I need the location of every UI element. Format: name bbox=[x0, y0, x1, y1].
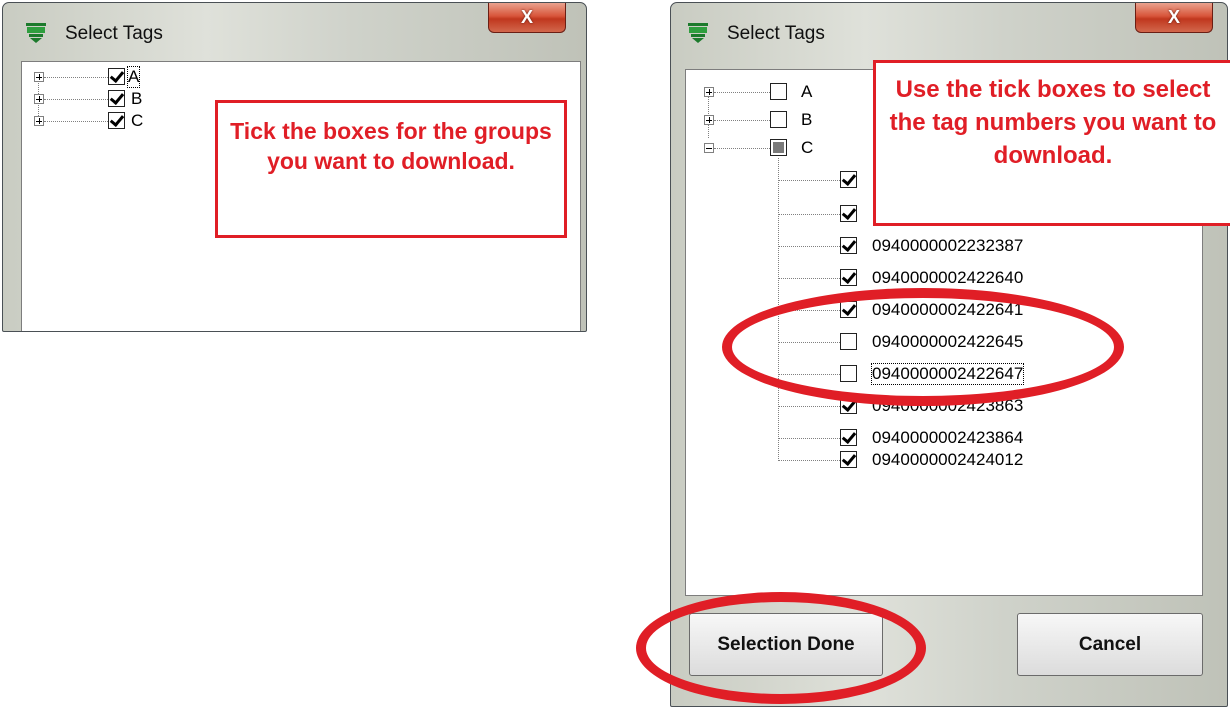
tag-item[interactable]: 0940000002422641 bbox=[686, 300, 1186, 322]
group-checkbox-a[interactable] bbox=[108, 68, 125, 85]
tree-connector bbox=[778, 246, 840, 247]
tag-item[interactable]: 0940000002422645 bbox=[686, 332, 1186, 354]
plus-box-icon[interactable] bbox=[704, 115, 714, 125]
tree-connector bbox=[714, 148, 770, 149]
tag-item[interactable]: 0940000002422647 bbox=[686, 363, 1186, 386]
tag-item[interactable]: 0940000002422640 bbox=[686, 268, 1186, 290]
tag-label: 0940000002422641 bbox=[872, 300, 1024, 319]
tag-label: 0940000002423864 bbox=[872, 428, 1024, 447]
close-button[interactable]: X bbox=[488, 3, 566, 33]
group-label: A bbox=[126, 66, 141, 88]
tag-checkbox[interactable] bbox=[840, 333, 857, 350]
tree-connector bbox=[44, 121, 108, 122]
tree-connector bbox=[44, 77, 108, 78]
tag-checkbox[interactable] bbox=[840, 365, 857, 382]
tag-label: 0940000002422647 bbox=[870, 363, 1025, 385]
window-title: Select Tags bbox=[65, 23, 163, 44]
plus-box-icon[interactable] bbox=[704, 87, 714, 97]
tag-checkbox[interactable] bbox=[840, 429, 857, 446]
tag-item[interactable]: 0940000002423864 bbox=[686, 428, 1186, 450]
tag-label: 0940000002423863 bbox=[872, 396, 1024, 415]
green-tag-icon bbox=[26, 23, 46, 43]
plus-box-icon[interactable] bbox=[34, 94, 44, 104]
tree-connector bbox=[778, 406, 840, 407]
group-label: B bbox=[131, 89, 143, 108]
tag-item[interactable]: 0940000002423863 bbox=[686, 396, 1186, 418]
tag-checkbox[interactable] bbox=[840, 397, 857, 414]
close-icon: X bbox=[520, 7, 533, 27]
tree-connector bbox=[778, 214, 840, 215]
tag-checkbox[interactable] bbox=[840, 171, 857, 188]
group-label: A bbox=[801, 82, 813, 101]
tag-label: 0940000002424012 bbox=[872, 450, 1024, 469]
minus-box-icon[interactable] bbox=[704, 143, 714, 153]
close-icon: X bbox=[1167, 7, 1180, 27]
close-button[interactable]: X bbox=[1135, 3, 1213, 33]
tree-connector bbox=[778, 278, 840, 279]
group-label: C bbox=[801, 138, 814, 157]
tree-connector bbox=[778, 310, 840, 311]
tree-connector bbox=[44, 99, 108, 100]
title-bar[interactable]: Select Tags X bbox=[3, 3, 586, 61]
tag-checkbox[interactable] bbox=[840, 269, 857, 286]
tree-group-c[interactable]: C bbox=[22, 111, 222, 133]
tag-label: 0940000002422640 bbox=[872, 268, 1024, 287]
green-tag-icon bbox=[688, 23, 708, 43]
tree-connector bbox=[778, 460, 840, 461]
tree-connector bbox=[778, 438, 840, 439]
tag-checkbox[interactable] bbox=[840, 301, 857, 318]
instruction-callout-groups: Tick the boxes for the groups you want t… bbox=[215, 100, 567, 238]
tree-connector bbox=[778, 180, 840, 181]
tree-connector bbox=[714, 92, 770, 93]
tag-checkbox[interactable] bbox=[840, 237, 857, 254]
group-checkbox-a[interactable] bbox=[770, 83, 787, 100]
tree-connector bbox=[778, 342, 840, 343]
tag-item[interactable]: 0940000002424012 bbox=[686, 450, 1186, 472]
tag-label: 0940000002422645 bbox=[872, 332, 1024, 351]
tree-group-a[interactable]: A bbox=[686, 82, 886, 104]
tree-group-b[interactable]: B bbox=[686, 110, 886, 132]
tag-checkbox[interactable] bbox=[840, 451, 857, 468]
tag-item[interactable]: 0940000002232387 bbox=[686, 236, 1186, 258]
group-checkbox-c[interactable] bbox=[108, 112, 125, 129]
window-title: Select Tags bbox=[727, 23, 825, 44]
tag-label: 0940000002232387 bbox=[872, 236, 1024, 255]
group-checkbox-c[interactable] bbox=[770, 139, 787, 156]
selection-done-button[interactable]: Selection Done bbox=[689, 613, 883, 676]
cancel-button[interactable]: Cancel bbox=[1017, 613, 1203, 676]
tree-group-b[interactable]: B bbox=[22, 89, 222, 111]
plus-box-icon[interactable] bbox=[34, 116, 44, 126]
group-label: B bbox=[801, 110, 813, 129]
group-checkbox-b[interactable] bbox=[770, 111, 787, 128]
group-label: C bbox=[131, 111, 144, 130]
tag-checkbox[interactable] bbox=[840, 205, 857, 222]
tree-connector bbox=[714, 120, 770, 121]
title-bar[interactable]: Select Tags X bbox=[671, 3, 1227, 61]
plus-box-icon[interactable] bbox=[34, 72, 44, 82]
instruction-callout-tags: Use the tick boxes to select the tag num… bbox=[873, 60, 1230, 226]
tree-group-a[interactable]: A bbox=[22, 66, 222, 89]
tree-group-c[interactable]: C bbox=[686, 138, 886, 160]
group-checkbox-b[interactable] bbox=[108, 90, 125, 107]
tree-connector bbox=[778, 374, 840, 375]
